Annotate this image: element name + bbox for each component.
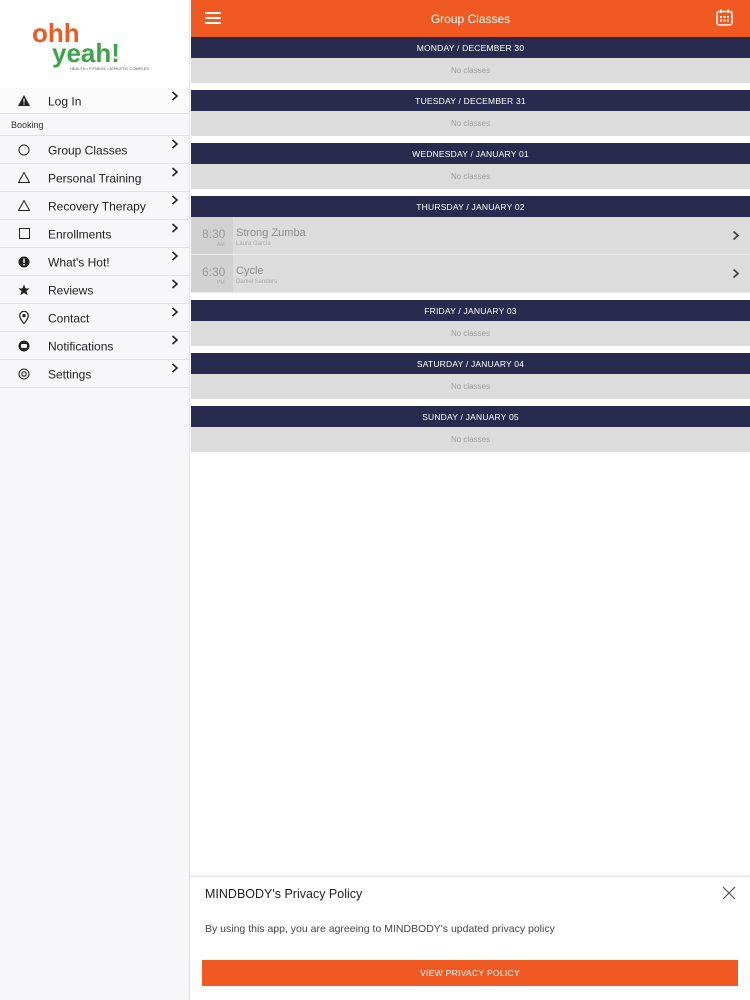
day-header-monday: MONDAY / DECEMBER 30 xyxy=(191,37,750,58)
sidebar-item-label: Personal Training xyxy=(48,171,142,186)
location-pin-icon xyxy=(18,311,30,324)
day-header-sunday: SUNDAY / JANUARY 05 xyxy=(191,406,750,427)
sidebar: ohh yeah! HEALTH • FITNESS • ATHLETIC CO… xyxy=(0,0,190,1000)
privacy-policy-banner: MINDBODY's Privacy Policy By using this … xyxy=(190,876,750,1000)
class-ampm: AM xyxy=(217,242,225,248)
warning-icon xyxy=(18,95,30,107)
sidebar-item-personal-training[interactable]: Personal Training xyxy=(0,164,189,192)
sidebar-item-whats-hot[interactable]: What's Hot! xyxy=(0,248,189,276)
class-name: Strong Zumba xyxy=(236,227,306,239)
logo-tagline: HEALTH • FITNESS • ATHLETIC COMPLEX xyxy=(70,66,149,71)
chevron-right-icon xyxy=(732,230,740,241)
chevron-right-icon xyxy=(171,307,179,317)
no-classes-label: No classes xyxy=(191,58,750,83)
sidebar-item-label: Enrollments xyxy=(48,227,112,242)
chevron-right-icon xyxy=(171,251,179,261)
logo-graphic: ohh yeah! HEALTH • FITNESS • ATHLETIC CO… xyxy=(32,20,149,71)
circle-icon xyxy=(18,144,30,156)
chevron-right-icon xyxy=(171,363,179,373)
triangle-icon xyxy=(18,172,30,184)
chevron-right-icon xyxy=(171,279,179,289)
class-name: Cycle xyxy=(236,265,264,277)
no-classes-label: No classes xyxy=(191,427,750,452)
chevron-right-icon xyxy=(171,223,179,233)
privacy-text: By using this app, you are agreeing to M… xyxy=(205,923,555,935)
day-header-friday: FRIDAY / JANUARY 03 xyxy=(191,300,750,321)
sidebar-item-recovery-therapy[interactable]: Recovery Therapy xyxy=(0,192,189,220)
no-classes-label: No classes xyxy=(191,374,750,399)
view-privacy-policy-button[interactable]: VIEW PRIVACY POLICY xyxy=(202,960,738,986)
day-header-wednesday: WEDNESDAY / JANUARY 01 xyxy=(191,143,750,164)
sidebar-item-enrollments[interactable]: Enrollments xyxy=(0,220,189,248)
class-ampm: PM xyxy=(217,280,225,286)
sidebar-item-label: Settings xyxy=(48,367,92,382)
page-title: Group Classes xyxy=(430,12,511,26)
sidebar-item-label: Reviews xyxy=(48,283,94,298)
class-time: 8:30 xyxy=(202,227,226,241)
chat-bubble-icon xyxy=(18,340,30,352)
sidebar-item-label: Contact xyxy=(48,311,90,326)
close-icon[interactable] xyxy=(722,886,736,900)
day-header-saturday: SATURDAY / JANUARY 04 xyxy=(191,353,750,374)
square-icon xyxy=(18,228,30,240)
class-teacher: Daniel Sanders xyxy=(236,279,278,285)
chevron-right-icon xyxy=(171,139,179,149)
chevron-right-icon xyxy=(171,167,179,177)
sidebar-item-label: Log In xyxy=(48,94,82,109)
no-classes-label: No classes xyxy=(191,321,750,346)
exclamation-icon xyxy=(18,256,30,268)
chevron-right-icon xyxy=(171,91,179,101)
class-teacher: Laura Garcia xyxy=(236,241,271,247)
day-header-tuesday: TUESDAY / DECEMBER 31 xyxy=(191,90,750,111)
privacy-title: MINDBODY's Privacy Policy xyxy=(205,887,363,901)
sidebar-item-label: Group Classes xyxy=(48,143,128,158)
day-header-thursday: THURSDAY / JANUARY 02 xyxy=(191,196,750,217)
sidebar-item-notifications[interactable]: Notifications xyxy=(0,332,189,360)
chevron-right-icon xyxy=(171,335,179,345)
sidebar-item-label: Notifications xyxy=(48,339,114,354)
chevron-right-icon xyxy=(732,268,740,279)
sidebar-item-log-in[interactable]: Log In xyxy=(0,88,189,114)
class-schedule: MONDAY / DECEMBER 30 No classes TUESDAY … xyxy=(191,37,750,452)
logo-line2: yeah! xyxy=(52,38,120,68)
ohh-yeah-logo: ohh yeah! HEALTH • FITNESS • ATHLETIC CO… xyxy=(0,0,189,88)
sidebar-item-reviews[interactable]: Reviews xyxy=(0,276,189,304)
class-row-strong-zumba[interactable]: 8:30 AM Strong Zumba Laura Garcia xyxy=(191,217,750,255)
section-label-booking: Booking xyxy=(0,114,189,136)
sidebar-item-settings[interactable]: Settings xyxy=(0,360,189,388)
no-classes-label: No classes xyxy=(191,111,750,136)
no-classes-label: No classes xyxy=(191,164,750,189)
sidebar-item-contact[interactable]: Contact xyxy=(0,304,189,332)
sidebar-item-label: Recovery Therapy xyxy=(48,199,146,214)
calendar-icon[interactable] xyxy=(716,9,733,26)
sidebar-item-label: What's Hot! xyxy=(48,255,110,270)
chevron-right-icon xyxy=(171,195,179,205)
star-icon xyxy=(18,283,30,296)
sidebar-item-group-classes[interactable]: Group Classes xyxy=(0,136,189,164)
class-row-cycle[interactable]: 6:30 PM Cycle Daniel Sanders xyxy=(191,255,750,293)
class-time: 6:30 xyxy=(202,265,226,279)
settings-ring-icon xyxy=(18,367,30,380)
triangle-icon xyxy=(18,200,30,212)
top-bar: Group Classes xyxy=(191,0,750,37)
